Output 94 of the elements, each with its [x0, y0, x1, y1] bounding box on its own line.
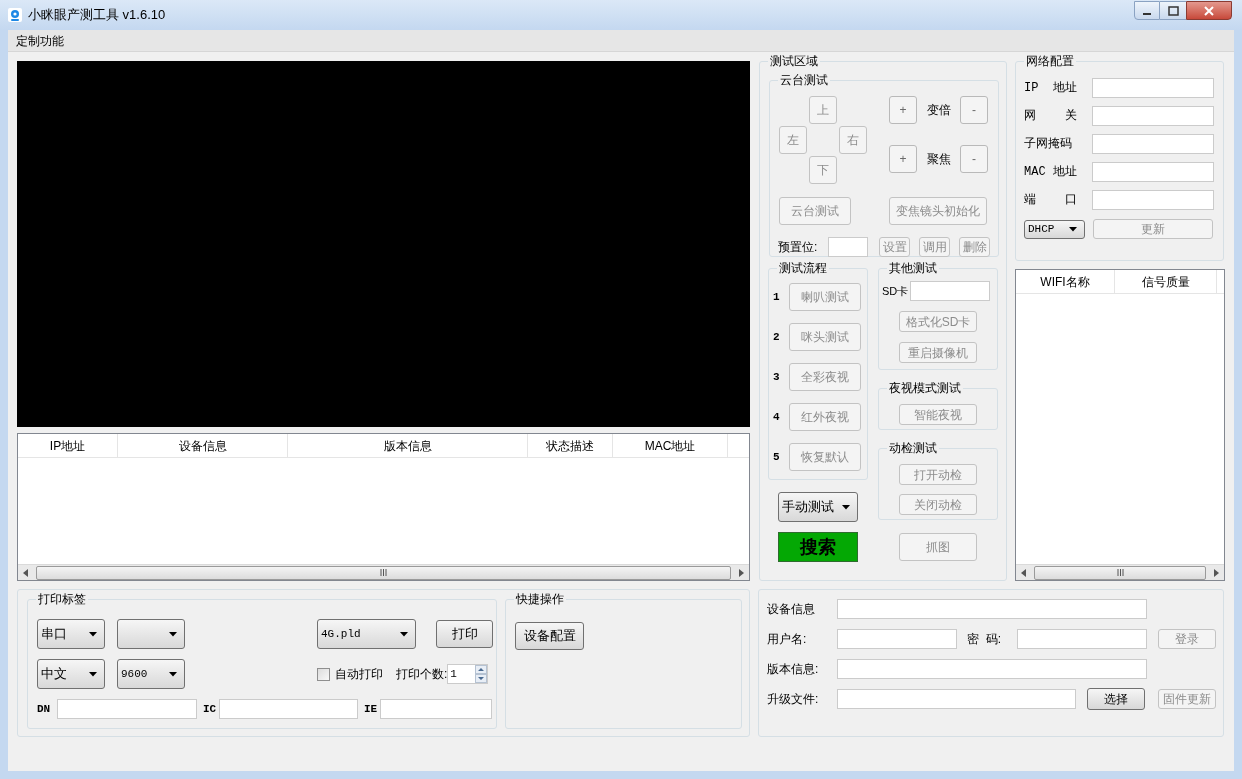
field-label: 版本信息: [767, 661, 820, 678]
caret-icon [169, 631, 177, 637]
column-header[interactable]: WIFI名称 [1016, 270, 1115, 293]
code-label: DN [37, 701, 52, 717]
group-title: 云台测试 [778, 72, 830, 88]
input-field[interactable] [828, 237, 868, 257]
menu-item[interactable]: 定制功能 [14, 31, 66, 50]
field-label: IP 地址 [1024, 80, 1078, 97]
code-label: IC [203, 701, 218, 717]
count-label: 打印个数: [396, 666, 448, 683]
code-label: IE [364, 701, 379, 717]
dropdown-value: 9600 [121, 666, 148, 682]
spin-arrows-icon[interactable] [475, 665, 488, 683]
dropdown[interactable]: DHCP [1024, 219, 1085, 239]
input-field[interactable] [837, 629, 957, 649]
dropdown-value: 串口 [41, 625, 67, 644]
plus-button[interactable]: + [889, 145, 917, 173]
field-label: 子网掩码 [1024, 136, 1073, 153]
input-field[interactable] [380, 699, 492, 719]
caret-icon [89, 631, 97, 637]
app-icon [8, 8, 22, 22]
input-field[interactable] [910, 281, 990, 301]
input-field[interactable] [1092, 134, 1214, 154]
spin-value: 1 [449, 666, 458, 682]
caret-icon [842, 504, 850, 510]
choose-button[interactable]: 选择 [1087, 688, 1145, 710]
group-title: 测试区域 [768, 53, 820, 69]
input-field[interactable] [57, 699, 197, 719]
minus-button[interactable]: - [960, 145, 988, 173]
dropdown-value: DHCP [1028, 221, 1055, 237]
checkbox[interactable] [317, 667, 330, 681]
input-field[interactable] [1092, 190, 1214, 210]
window-title: 小眯眼产测工具 v1.6.10 [28, 6, 166, 25]
input-field[interactable] [1092, 162, 1214, 182]
group-title: 夜视模式测试 [887, 380, 963, 396]
dropdown-value: 中文 [41, 665, 67, 684]
group-title: 打印标签 [36, 591, 88, 607]
preset-label: 预置位: [778, 239, 819, 256]
sd-label: SD卡 [882, 283, 910, 299]
caret-icon [1069, 226, 1077, 232]
input-field[interactable] [219, 699, 358, 719]
step-number: 5 [773, 449, 781, 465]
group-title: 快捷操作 [514, 591, 566, 607]
group-title: 动检测试 [887, 440, 939, 456]
checkbox-label: 自动打印 [335, 666, 383, 683]
caret-icon [89, 671, 97, 677]
dropdown[interactable]: 串口 [37, 619, 105, 649]
field-label: 网 关 [1024, 108, 1078, 125]
input-field[interactable] [837, 689, 1076, 709]
field-label: MAC 地址 [1024, 164, 1078, 181]
column-header[interactable]: MAC地址 [613, 434, 728, 457]
column-header[interactable]: 版本信息 [288, 434, 528, 457]
adjust-label: 聚焦 [925, 151, 952, 168]
dropdown[interactable]: 4G.pld [317, 619, 416, 649]
column-header[interactable]: 状态描述 [528, 434, 613, 457]
print-button[interactable]: 打印 [436, 620, 493, 648]
input-field[interactable] [1092, 78, 1214, 98]
step-number: 4 [773, 409, 781, 425]
step-number: 1 [773, 289, 781, 305]
dropdown[interactable]: 手动测试 [778, 492, 858, 522]
field-label: 升级文件: [767, 691, 820, 708]
search-button[interactable]: 搜索 [778, 532, 858, 562]
scroll-thumb[interactable] [1034, 565, 1206, 580]
group-title: 测试流程 [777, 260, 829, 276]
column-header[interactable]: 设备信息 [118, 434, 288, 457]
caret-icon [169, 671, 177, 677]
dropdown-value: 手动测试 [782, 498, 834, 517]
field-label: 设备信息 [767, 601, 816, 618]
column-header[interactable]: 信号质量 [1115, 270, 1217, 293]
device-config-button[interactable]: 设备配置 [515, 622, 584, 650]
input-field[interactable] [1092, 106, 1214, 126]
minus-button[interactable]: - [960, 96, 988, 124]
dropdown-value: 4G.pld [321, 626, 361, 642]
group-title: 网络配置 [1024, 53, 1076, 69]
dropdown[interactable] [117, 619, 185, 649]
dropdown[interactable]: 中文 [37, 659, 105, 689]
field-label: 端 口 [1024, 192, 1078, 209]
plus-button[interactable]: + [889, 96, 917, 124]
caret-icon [400, 631, 408, 637]
dropdown[interactable]: 9600 [117, 659, 185, 689]
field-label: 用户名: [767, 631, 808, 648]
input-field[interactable] [837, 599, 1147, 619]
input-field[interactable] [1017, 629, 1147, 649]
step-number: 2 [773, 329, 781, 345]
column-header[interactable]: IP地址 [18, 434, 118, 457]
adjust-label: 变倍 [925, 102, 952, 119]
field-label: 密 码: [967, 631, 1002, 648]
grip-icon [1116, 569, 1124, 576]
input-field[interactable] [837, 659, 1147, 679]
scrollbar[interactable] [1016, 564, 1224, 580]
group-title: 其他测试 [887, 260, 939, 276]
grip-icon [380, 569, 387, 576]
step-number: 3 [773, 369, 781, 385]
spin-field[interactable]: 1 [447, 664, 489, 684]
